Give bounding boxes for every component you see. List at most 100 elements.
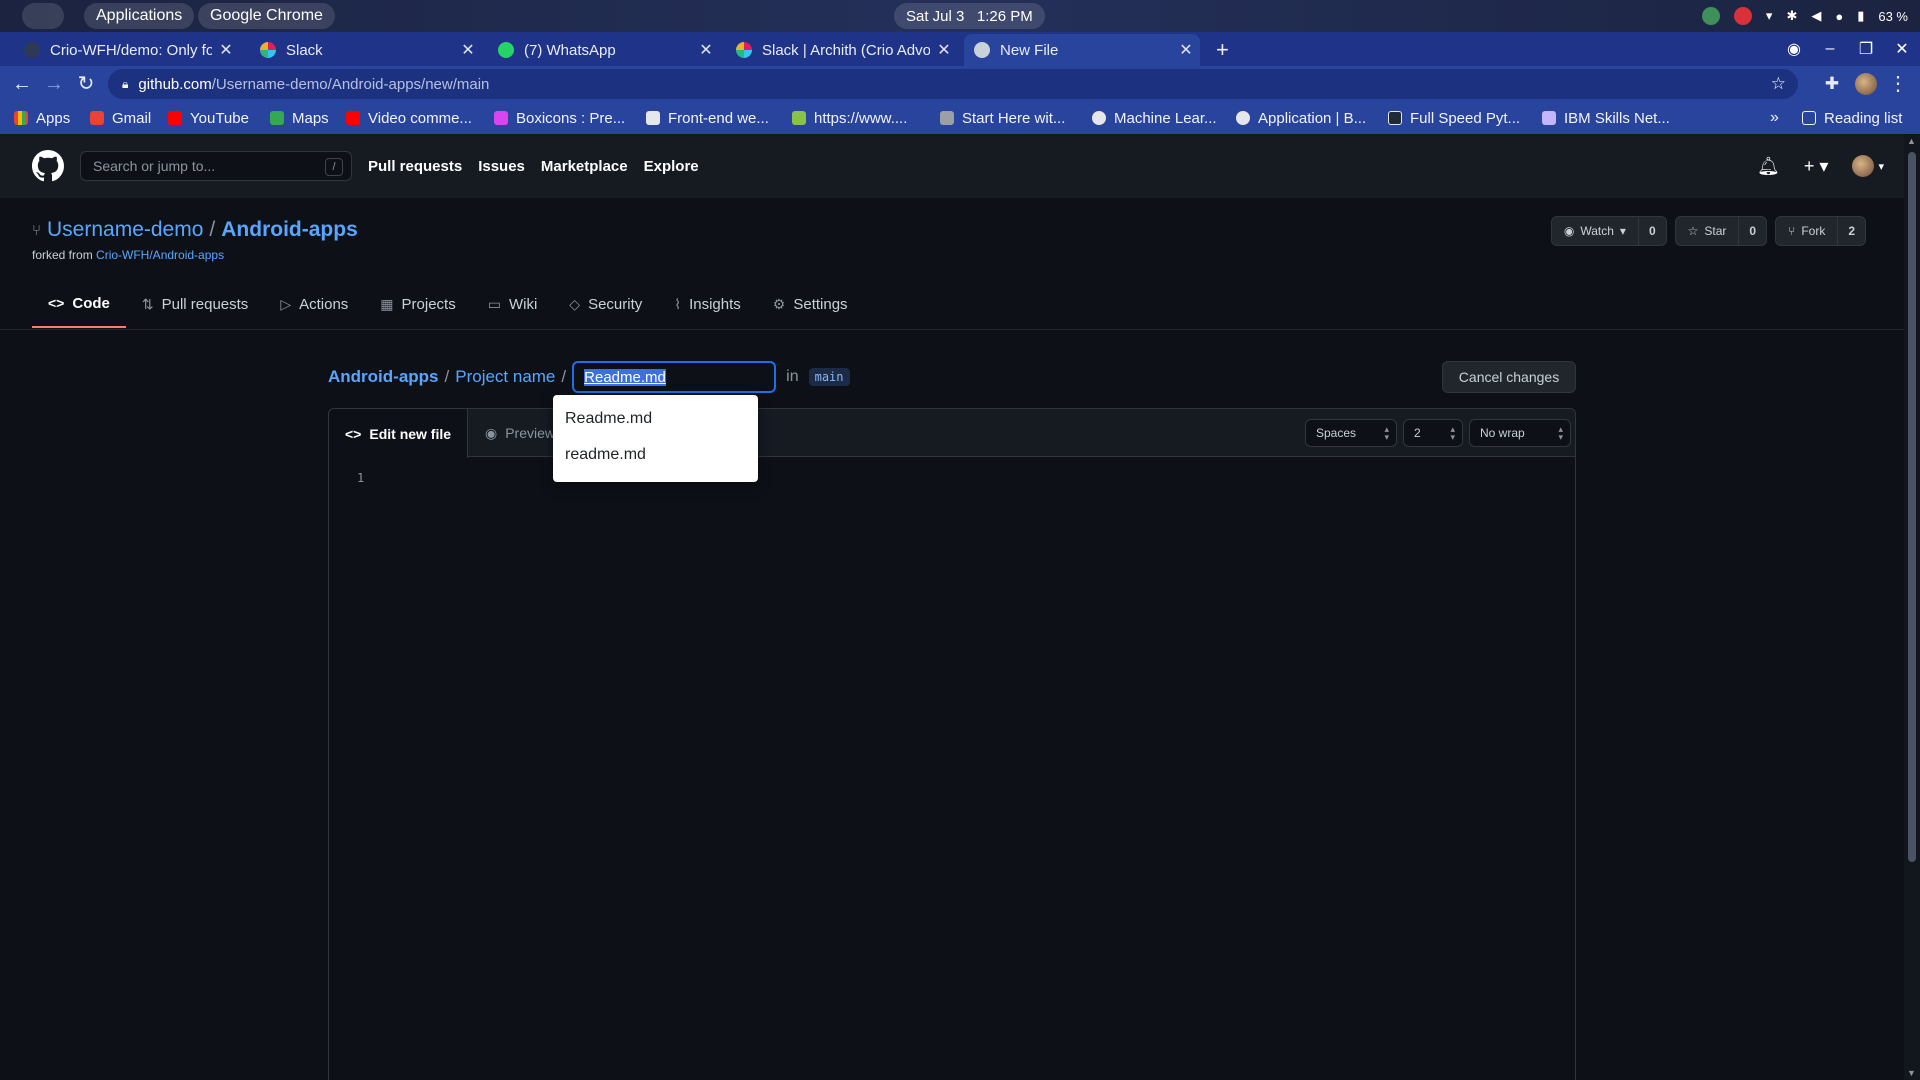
bookmark-item[interactable]: Machine Lear... — [1092, 102, 1217, 134]
fork-count[interactable]: 2 — [1837, 217, 1865, 245]
bookmark-star-icon[interactable]: ☆ — [1771, 74, 1786, 94]
bookmark-item[interactable]: Full Speed Pyt... — [1388, 102, 1520, 134]
indent-mode-select[interactable]: Spaces▴▾ — [1305, 419, 1397, 447]
filename-input[interactable]: Readme.md — [572, 361, 776, 393]
bluetooth-icon[interactable]: ✱ — [1786, 8, 1797, 24]
github-header-actions: 🔔︎ + ▾ ▾ — [1757, 134, 1884, 198]
bookmarks-overflow-button[interactable]: » — [1770, 102, 1779, 134]
scroll-up-icon[interactable]: ▲ — [1907, 136, 1916, 146]
applications-menu-button[interactable]: Applications — [84, 3, 194, 29]
clock-label: Sat Jul 3 1:26 PM — [906, 8, 1033, 25]
shield-icon: ◇ — [569, 296, 580, 313]
profile-avatar[interactable] — [1852, 70, 1880, 98]
nav-pull-requests[interactable]: Pull requests — [368, 158, 462, 175]
scroll-down-icon[interactable]: ▼ — [1907, 1068, 1916, 1078]
window-controls: ◉ – ❐ ✕ — [1776, 32, 1920, 66]
breadcrumb-repo-link[interactable]: Android-apps — [328, 367, 439, 387]
bookmark-apps[interactable]: Apps — [14, 102, 70, 134]
address-bar[interactable]: 🔒︎ github.com/Username-demo/Android-apps… — [108, 69, 1798, 99]
back-icon[interactable]: ← — [8, 70, 36, 98]
cancel-changes-button[interactable]: Cancel changes — [1442, 361, 1576, 393]
applications-label: Applications — [96, 7, 182, 25]
github-search-input[interactable]: Search or jump to... / — [80, 151, 352, 181]
bookmark-item[interactable]: IBM Skills Net... — [1542, 102, 1670, 134]
close-icon[interactable]: ✕ — [454, 40, 482, 60]
star-count[interactable]: 0 — [1738, 217, 1766, 245]
bookmark-item[interactable]: Gmail — [90, 102, 151, 134]
browser-tab-strip: Crio-WFH/demo: Only for ✕ Slack ✕ (7) Wh… — [0, 32, 1920, 66]
browser-tab[interactable]: (7) WhatsApp ✕ — [488, 34, 720, 66]
breadcrumb-directory[interactable]: Project name — [455, 367, 555, 387]
mail-indicator-icon[interactable] — [1734, 7, 1752, 25]
tab-pull-requests[interactable]: ⇅Pull requests — [126, 280, 264, 328]
create-new-plus-icon[interactable]: + ▾ — [1804, 156, 1829, 177]
shield-icon[interactable] — [1702, 7, 1720, 25]
scrollbar-thumb[interactable] — [1908, 152, 1916, 862]
browser-tab[interactable]: Crio-WFH/demo: Only for ✕ — [14, 34, 240, 66]
indent-size-select[interactable]: 2▴▾ — [1403, 419, 1463, 447]
bookmark-item[interactable]: https://www.... — [792, 102, 907, 134]
close-icon[interactable]: ✕ — [1172, 40, 1200, 60]
tab-edit-new-file[interactable]: <> Edit new file — [329, 409, 468, 458]
close-window-icon[interactable]: ✕ — [1884, 39, 1920, 59]
star-button[interactable]: ☆Star 0 — [1675, 216, 1767, 246]
nav-marketplace[interactable]: Marketplace — [541, 158, 628, 175]
battery-label: 63 % — [1878, 9, 1908, 24]
boxicons-icon — [494, 111, 508, 125]
close-icon[interactable]: ✕ — [692, 40, 720, 60]
clock[interactable]: Sat Jul 3 1:26 PM — [894, 3, 1045, 29]
tab-settings[interactable]: ⚙Settings — [757, 280, 864, 328]
watch-button[interactable]: ◉Watch▾ 0 — [1551, 216, 1667, 246]
bookmark-item[interactable]: Start Here wit... — [940, 102, 1065, 134]
bookmark-item[interactable]: Application | B... — [1236, 102, 1366, 134]
tab-insights[interactable]: ⌇Insights — [658, 280, 757, 328]
tab-wiki[interactable]: ▭Wiki — [472, 280, 554, 328]
browser-tab[interactable]: Slack | Archith (Crio Advo ✕ — [726, 34, 958, 66]
reload-icon[interactable]: ↻ — [72, 70, 100, 98]
browser-tab[interactable]: Slack ✕ — [250, 34, 482, 66]
close-icon[interactable]: ✕ — [930, 40, 958, 60]
tab-code[interactable]: <>Code — [32, 280, 126, 328]
suggestion-item[interactable]: readme.md — [553, 437, 758, 473]
active-app-menu-button[interactable]: Google Chrome — [198, 3, 335, 29]
chevron-down-icon: ▾ — [1620, 224, 1626, 238]
forked-source-link[interactable]: Crio-WFH/Android-apps — [96, 248, 224, 262]
browser-menu-icon[interactable]: ⋮ — [1884, 70, 1912, 98]
nav-issues[interactable]: Issues — [478, 158, 525, 175]
user-menu-avatar[interactable]: ▾ — [1852, 155, 1884, 177]
close-icon[interactable]: ✕ — [212, 40, 240, 60]
github-global-nav: Pull requests Issues Marketplace Explore — [368, 134, 699, 198]
nav-explore[interactable]: Explore — [644, 158, 699, 175]
forward-icon[interactable]: → — [40, 70, 68, 98]
bookmark-item[interactable]: Front-end we... — [646, 102, 769, 134]
line-number: 1 — [357, 471, 364, 485]
battery-icon[interactable]: ▮ — [1857, 8, 1864, 24]
notifications-bell-icon[interactable]: 🔔︎ — [1757, 156, 1780, 177]
tab-security[interactable]: ◇Security — [553, 280, 658, 328]
github-logo-icon[interactable] — [32, 150, 64, 182]
page-scrollbar[interactable]: ▲ ▼ — [1904, 134, 1920, 1080]
wifi-icon[interactable]: ▾ — [1766, 8, 1773, 24]
new-tab-button[interactable]: + — [1212, 34, 1248, 66]
extensions-icon[interactable]: ✚ — [1818, 70, 1846, 98]
minimize-icon[interactable]: – — [1812, 40, 1848, 58]
wrap-mode-select[interactable]: No wrap▴▾ — [1469, 419, 1571, 447]
bookmark-item[interactable]: Maps — [270, 102, 329, 134]
apple-menu-button[interactable] — [22, 3, 64, 29]
tab-projects[interactable]: ▦Projects — [364, 280, 471, 328]
suggestion-item[interactable]: Readme.md — [553, 401, 758, 437]
volume-icon[interactable]: ◀ — [1811, 8, 1821, 24]
bookmark-item[interactable]: Video comme... — [346, 102, 472, 134]
browser-tab-active[interactable]: New File ✕ — [964, 34, 1200, 66]
bookmark-item[interactable]: YouTube — [168, 102, 249, 134]
tab-actions[interactable]: ▷Actions — [264, 280, 364, 328]
tab-search-icon[interactable]: ◉ — [1776, 39, 1812, 59]
restore-icon[interactable]: ❐ — [1848, 39, 1884, 59]
repo-owner-link[interactable]: Username-demo — [47, 218, 203, 242]
fork-button[interactable]: ⑂Fork 2 — [1775, 216, 1866, 246]
microphone-icon[interactable]: ● — [1835, 9, 1843, 24]
watch-count[interactable]: 0 — [1638, 217, 1666, 245]
repo-name-link[interactable]: Android-apps — [221, 218, 358, 242]
bookmark-item[interactable]: Boxicons : Pre... — [494, 102, 625, 134]
reading-list-button[interactable]: Reading list — [1802, 102, 1902, 134]
